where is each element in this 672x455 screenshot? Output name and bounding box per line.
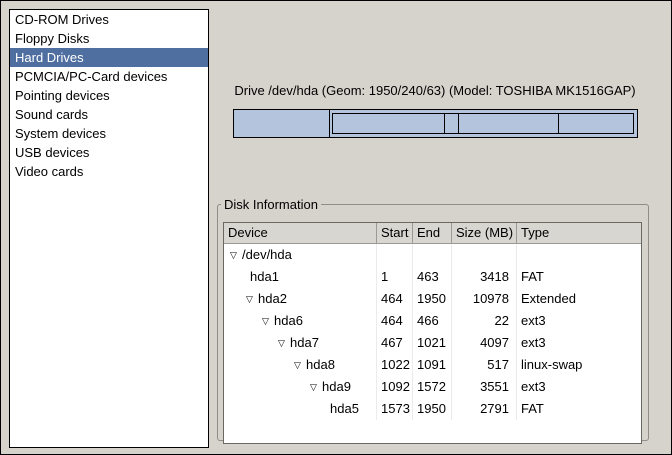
- expander-open-icon[interactable]: ▽: [246, 288, 258, 310]
- device-category-list: CD-ROM DrivesFloppy DisksHard DrivesPCMC…: [9, 9, 209, 448]
- device-name: hda1: [250, 269, 279, 284]
- end-cell: 1021: [413, 332, 452, 354]
- device-cell: hda1: [224, 266, 377, 288]
- device-name: hda8: [306, 357, 335, 372]
- expander-open-icon[interactable]: ▽: [294, 354, 306, 376]
- device-cell: ▽hda2: [224, 288, 377, 310]
- device-name: hda5: [330, 401, 359, 416]
- size-cell: 3551: [452, 376, 517, 398]
- start-cell: 1573: [377, 398, 413, 420]
- end-cell: 466: [413, 310, 452, 332]
- type-cell: ext3: [517, 332, 641, 354]
- expander-open-icon[interactable]: ▽: [278, 332, 290, 354]
- sidebar-item[interactable]: Hard Drives: [10, 48, 208, 67]
- device-name: hda9: [322, 379, 351, 394]
- end-cell: 463: [413, 266, 452, 288]
- size-cell: 10978: [452, 288, 517, 310]
- type-cell: Extended: [517, 288, 641, 310]
- partition-segment-hda9: [459, 110, 558, 137]
- type-cell: [517, 244, 641, 266]
- column-header[interactable]: Device: [224, 223, 377, 244]
- start-cell: 1022: [377, 354, 413, 376]
- drive-title: Drive /dev/hda (Geom: 1950/240/63) (Mode…: [217, 83, 653, 98]
- partition-segment-hda8: [445, 110, 459, 137]
- start-cell: 464: [377, 310, 413, 332]
- size-cell: 2791: [452, 398, 517, 420]
- sidebar-item[interactable]: System devices: [10, 124, 208, 143]
- start-cell: [377, 244, 413, 266]
- column-header[interactable]: Start: [377, 223, 413, 244]
- hardware-browser-window: CD-ROM DrivesFloppy DisksHard DrivesPCMC…: [0, 0, 672, 455]
- end-cell: 1091: [413, 354, 452, 376]
- type-cell: FAT: [517, 398, 641, 420]
- sidebar-item[interactable]: Sound cards: [10, 105, 208, 124]
- sidebar-item[interactable]: CD-ROM Drives: [10, 10, 208, 29]
- size-cell: 517: [452, 354, 517, 376]
- device-cell: ▽hda7: [224, 332, 377, 354]
- type-cell: ext3: [517, 376, 641, 398]
- device-name: hda2: [258, 291, 287, 306]
- disk-information-label: Disk Information: [221, 197, 321, 212]
- disk-information-frame: Disk Information DeviceStartEndSize (MB)…: [217, 197, 649, 441]
- size-cell: 22: [452, 310, 517, 332]
- device-cell: ▽/dev/hda: [224, 244, 377, 266]
- start-cell: 1092: [377, 376, 413, 398]
- end-cell: [413, 244, 452, 266]
- start-cell: 467: [377, 332, 413, 354]
- disk-table-header: DeviceStartEndSize (MB)Type: [224, 223, 641, 244]
- type-cell: FAT: [517, 266, 641, 288]
- type-cell: ext3: [517, 310, 641, 332]
- disk-table-body: ▽/dev/hdahda114633418FAT▽hda246419501097…: [224, 244, 641, 420]
- sidebar-item[interactable]: PCMCIA/PC-Card devices: [10, 67, 208, 86]
- disk-table-row[interactable]: ▽hda9109215723551ext3: [224, 376, 641, 398]
- disk-table-row[interactable]: ▽/dev/hda: [224, 244, 641, 266]
- end-cell: 1950: [413, 398, 452, 420]
- disk-table-row[interactable]: ▽hda810221091517linux-swap: [224, 354, 641, 376]
- disk-table-row[interactable]: ▽hda646446622ext3: [224, 310, 641, 332]
- device-name: hda7: [290, 335, 319, 350]
- end-cell: 1572: [413, 376, 452, 398]
- partition-segment-hda5: [559, 110, 637, 137]
- device-name: hda6: [274, 313, 303, 328]
- disk-table-row[interactable]: ▽hda746710214097ext3: [224, 332, 641, 354]
- device-cell: ▽hda6: [224, 310, 377, 332]
- partition-segment-hda1: [234, 110, 330, 137]
- expander-open-icon[interactable]: ▽: [262, 310, 274, 332]
- type-cell: linux-swap: [517, 354, 641, 376]
- size-cell: 3418: [452, 266, 517, 288]
- end-cell: 1950: [413, 288, 452, 310]
- disk-table-row[interactable]: hda1 14633418FAT: [224, 266, 641, 288]
- device-cell: hda5: [224, 398, 377, 420]
- start-cell: 1: [377, 266, 413, 288]
- disk-table: DeviceStartEndSize (MB)Type ▽/dev/hdahda…: [223, 222, 642, 444]
- column-header[interactable]: Type: [517, 223, 641, 244]
- column-header[interactable]: Size (MB): [452, 223, 517, 244]
- partition-bar: [233, 109, 638, 138]
- device-cell: ▽hda9: [224, 376, 377, 398]
- disk-table-row[interactable]: hda5 157319502791FAT: [224, 398, 641, 420]
- expander-open-icon[interactable]: ▽: [310, 376, 322, 398]
- device-name: /dev/hda: [242, 247, 292, 262]
- size-cell: 4097: [452, 332, 517, 354]
- sidebar-item[interactable]: Floppy Disks: [10, 29, 208, 48]
- sidebar-item[interactable]: Video cards: [10, 162, 208, 181]
- disk-table-row[interactable]: ▽hda2464195010978Extended: [224, 288, 641, 310]
- partition-segment-hda7: [330, 110, 445, 137]
- sidebar-item[interactable]: Pointing devices: [10, 86, 208, 105]
- device-cell: ▽hda8: [224, 354, 377, 376]
- sidebar-item[interactable]: USB devices: [10, 143, 208, 162]
- size-cell: [452, 244, 517, 266]
- start-cell: 464: [377, 288, 413, 310]
- expander-open-icon[interactable]: ▽: [230, 244, 242, 266]
- column-header[interactable]: End: [413, 223, 452, 244]
